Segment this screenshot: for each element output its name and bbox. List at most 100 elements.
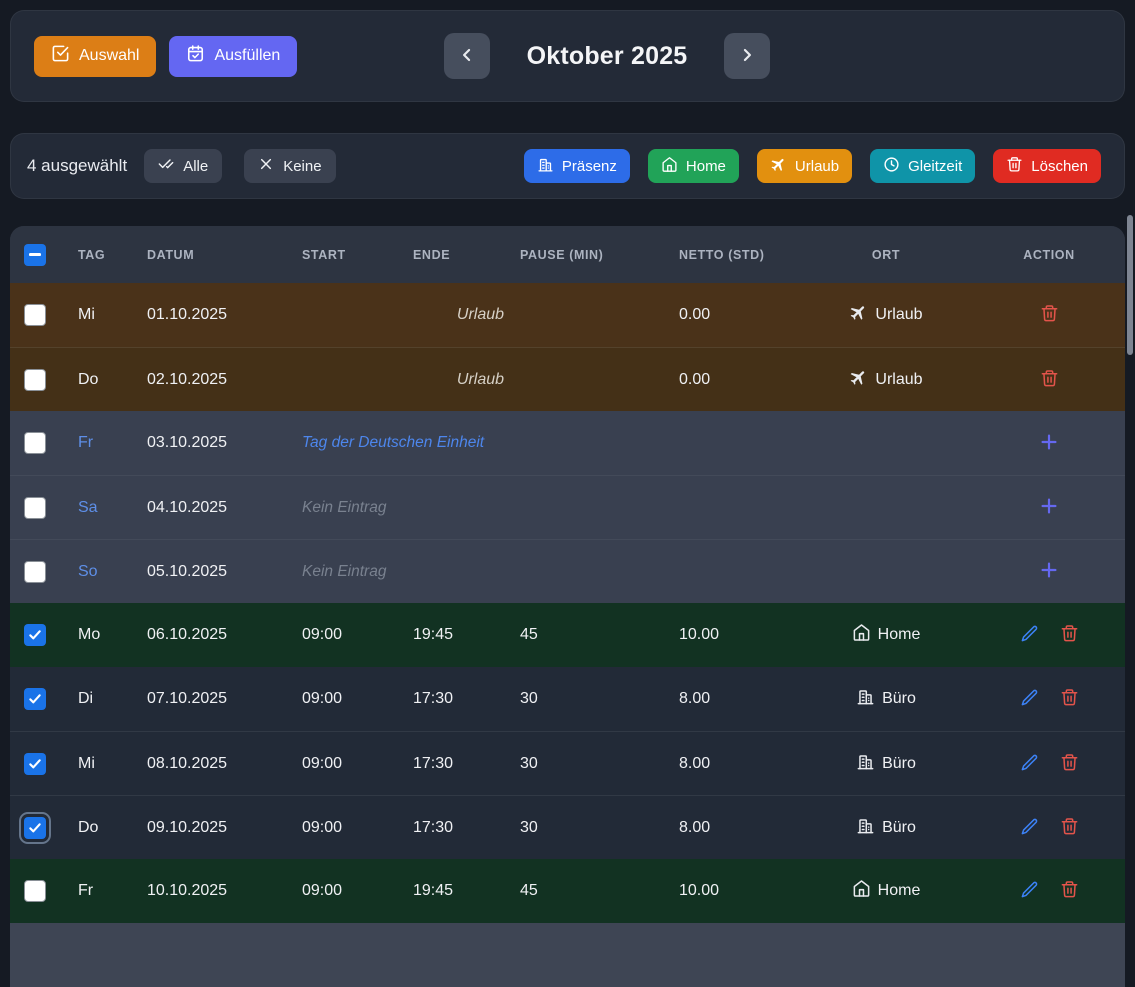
delete-entry-button[interactable] — [1036, 367, 1062, 393]
bulk-gleitzeit-button[interactable]: Gleitzeit — [870, 149, 975, 183]
netto-hours: 0.00 — [669, 371, 799, 389]
holiday-note: Tag der Deutschen Einheit — [292, 434, 973, 452]
action-cell — [973, 430, 1125, 456]
edit-entry-button[interactable] — [1016, 622, 1042, 648]
action-cell — [973, 878, 1125, 904]
select-all-checkbox[interactable] — [24, 244, 46, 266]
location-label: Büro — [882, 819, 916, 837]
scrollbar-thumb[interactable] — [1127, 215, 1133, 355]
edit-entry-button[interactable] — [1016, 751, 1042, 777]
start-time: 09:00 — [292, 819, 403, 837]
add-entry-button[interactable] — [1036, 495, 1062, 521]
start-time: 09:00 — [292, 755, 403, 773]
pause-minutes: 30 — [510, 690, 669, 708]
row-checkbox[interactable] — [24, 497, 46, 519]
day-label: Sa — [78, 499, 98, 516]
pause-minutes: 45 — [510, 626, 669, 644]
table-row-02.10.2025: Do02.10.2025Urlaub0.00Urlaub — [10, 347, 1125, 411]
delete-entry-button[interactable] — [1056, 815, 1082, 841]
auswahl-label: Auswahl — [79, 47, 139, 65]
plane-icon — [770, 156, 787, 177]
row-checkbox[interactable] — [24, 753, 46, 775]
location-cell: Home — [799, 879, 973, 903]
bulk-action-label: Urlaub — [795, 158, 839, 175]
day-label: Do — [78, 371, 98, 388]
alle-label: Alle — [183, 158, 208, 175]
delete-entry-button[interactable] — [1056, 622, 1082, 648]
chevron-right-icon — [737, 45, 757, 68]
day-label: Di — [78, 690, 93, 707]
date-label: 07.10.2025 — [137, 690, 292, 708]
selection-bar: 4 ausgewählt Alle Keine PräsenzHomeUrlau… — [10, 133, 1125, 199]
table-row-10.10.2025: Fr10.10.202509:0019:454510.00Home — [10, 859, 1125, 923]
bulk-l-schen-button[interactable]: Löschen — [993, 149, 1101, 183]
trash-icon — [1060, 753, 1079, 775]
add-entry-button[interactable] — [1036, 430, 1062, 456]
edit-entry-button[interactable] — [1016, 686, 1042, 712]
bulk-action-label: Präsenz — [562, 158, 617, 175]
date-label: 01.10.2025 — [137, 306, 292, 324]
bulk-home-button[interactable]: Home — [648, 149, 739, 183]
bulk-pr-senz-button[interactable]: Präsenz — [524, 149, 630, 183]
end-time: 19:45 — [403, 626, 510, 644]
trash-icon — [1060, 817, 1079, 839]
next-month-button[interactable] — [724, 33, 770, 79]
pencil-icon — [1020, 688, 1039, 710]
row-checkbox[interactable] — [24, 304, 46, 326]
trash-icon — [1060, 624, 1079, 646]
plane-icon — [849, 368, 868, 392]
action-cell — [973, 815, 1125, 841]
row-checkbox[interactable] — [24, 561, 46, 583]
trash-icon — [1060, 880, 1079, 902]
header-tag: TAG — [68, 248, 137, 262]
header-start: START — [292, 248, 403, 262]
location-cell: Urlaub — [799, 303, 973, 327]
prev-month-button[interactable] — [444, 33, 490, 79]
time-tracking-app: Auswahl Ausfüllen Oktober 2025 4 ausgewä… — [0, 0, 1135, 987]
select-none-button[interactable]: Keine — [244, 149, 335, 183]
row-checkbox[interactable] — [24, 624, 46, 646]
location-cell: Urlaub — [799, 368, 973, 392]
end-time: 17:30 — [403, 755, 510, 773]
select-all-button[interactable]: Alle — [144, 149, 222, 183]
row-checkbox[interactable] — [24, 880, 46, 902]
delete-entry-button[interactable] — [1036, 302, 1062, 328]
start-time: 09:00 — [292, 626, 403, 644]
row-checkbox[interactable] — [24, 688, 46, 710]
pencil-icon — [1020, 753, 1039, 775]
auswahl-button[interactable]: Auswahl — [34, 36, 156, 77]
start-time: 09:00 — [292, 882, 403, 900]
table-row-04.10.2025: Sa04.10.2025Kein Eintrag — [10, 475, 1125, 539]
trash-icon — [1040, 369, 1059, 391]
ausfuellen-button[interactable]: Ausfüllen — [169, 36, 297, 77]
pause-minutes: 45 — [510, 882, 669, 900]
trash-icon — [1060, 688, 1079, 710]
netto-hours: 8.00 — [669, 755, 799, 773]
month-title: Oktober 2025 — [490, 42, 724, 71]
table-row-08.10.2025: Mi08.10.202509:0017:30308.00Büro — [10, 731, 1125, 795]
bulk-action-label: Gleitzeit — [908, 158, 962, 175]
header-ende: ENDE — [403, 248, 510, 262]
ausfuellen-label: Ausfüllen — [214, 47, 280, 65]
day-label: Fr — [78, 882, 93, 899]
plus-icon — [1038, 431, 1060, 456]
header-pause: PAUSE (MIN) — [510, 248, 669, 262]
netto-hours: 8.00 — [669, 690, 799, 708]
netto-hours: 10.00 — [669, 626, 799, 644]
bulk-urlaub-button[interactable]: Urlaub — [757, 149, 852, 183]
edit-entry-button[interactable] — [1016, 815, 1042, 841]
row-checkbox[interactable] — [24, 369, 46, 391]
delete-entry-button[interactable] — [1056, 686, 1082, 712]
action-cell — [973, 367, 1125, 393]
delete-entry-button[interactable] — [1056, 751, 1082, 777]
day-label: Mi — [78, 755, 95, 772]
edit-entry-button[interactable] — [1016, 878, 1042, 904]
row-checkbox[interactable] — [24, 432, 46, 454]
delete-entry-button[interactable] — [1056, 878, 1082, 904]
row-checkbox[interactable] — [24, 817, 46, 839]
add-entry-button[interactable] — [1036, 559, 1062, 585]
table-row-09.10.2025: Do09.10.202509:0017:30308.00Büro — [10, 795, 1125, 859]
chevron-left-icon — [457, 45, 477, 68]
netto-hours: 0.00 — [669, 306, 799, 324]
netto-hours: 8.00 — [669, 819, 799, 837]
